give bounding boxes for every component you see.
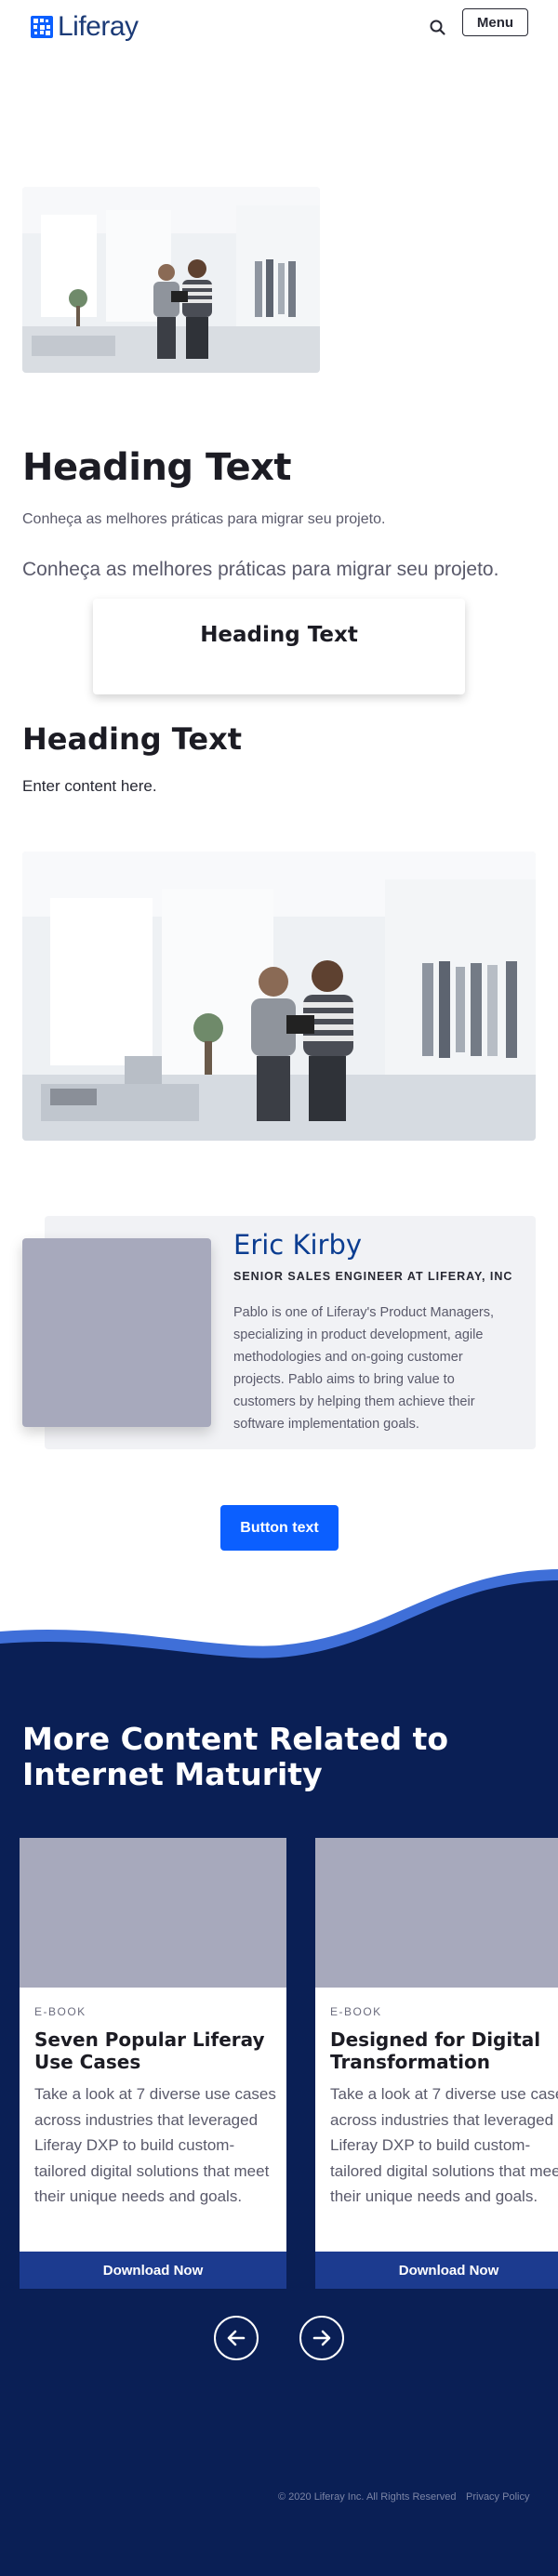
content-body: Enter content here. [22,777,157,795]
card-type: E-BOOK [34,2005,86,2018]
card-type: E-BOOK [330,2005,382,2018]
related-section-title: More Content Related to Internet Maturit… [22,1721,449,1792]
heading-card: Heading Text [93,599,465,694]
content-card: E-BOOK Designed for Digital Transformati… [315,1838,558,2289]
feature-photo [22,852,536,1141]
page: Liferay Menu Heading Text Conheça as mel… [0,0,558,2576]
card-title: Seven Popular Liferay Use Cases [34,2028,265,2073]
wave-divider [0,1569,558,1673]
card-description: Take a look at 7 diverse use cases acros… [330,2085,558,2205]
footer-copyright: © 2020 Liferay Inc. All Rights Reserved [278,2491,457,2503]
liferay-logo-icon [31,16,53,38]
search-icon[interactable] [428,18,448,38]
site-header: Liferay Menu [0,0,558,52]
cta-button[interactable]: Button text [220,1505,339,1551]
content-heading: Heading Text [22,721,242,757]
card-carousel: E-BOOK Seven Popular Liferay Use Cases T… [20,1838,558,2291]
arrow-left-icon [227,2330,246,2346]
card-title: Designed for Digital Transformation [330,2028,541,2073]
intro-heading: Heading Text [22,446,292,489]
arrow-right-icon [312,2330,331,2346]
card-description: Take a look at 7 diverse use cases acros… [34,2085,276,2205]
profile-avatar [22,1238,211,1427]
card-image [20,1838,286,1988]
hero-photo [22,187,320,373]
intro-paragraph-small: Conheça as melhores práticas para migrar… [22,511,386,527]
carousel-prev-button[interactable] [214,2316,259,2360]
download-now-button[interactable]: Download Now [20,2252,286,2289]
intro-paragraph-large: Conheça as melhores práticas para migrar… [22,559,499,580]
card-image [315,1838,558,1988]
carousel-next-button[interactable] [299,2316,344,2360]
logo-text: Liferay [58,11,139,42]
menu-button[interactable]: Menu [462,8,528,36]
download-now-button[interactable]: Download Now [315,2252,558,2289]
profile-title: SENIOR SALES ENGINEER AT LIFERAY, INC [233,1270,513,1283]
heading-card-title: Heading Text [200,623,358,647]
profile-bio: Pablo is one of Liferay's Product Manage… [233,1305,495,1432]
content-card: E-BOOK Seven Popular Liferay Use Cases T… [20,1838,286,2289]
liferay-logo[interactable]: Liferay [31,13,139,41]
profile-name: Eric Kirby [233,1229,363,1261]
footer-privacy-link[interactable]: Privacy Policy [466,2491,529,2503]
